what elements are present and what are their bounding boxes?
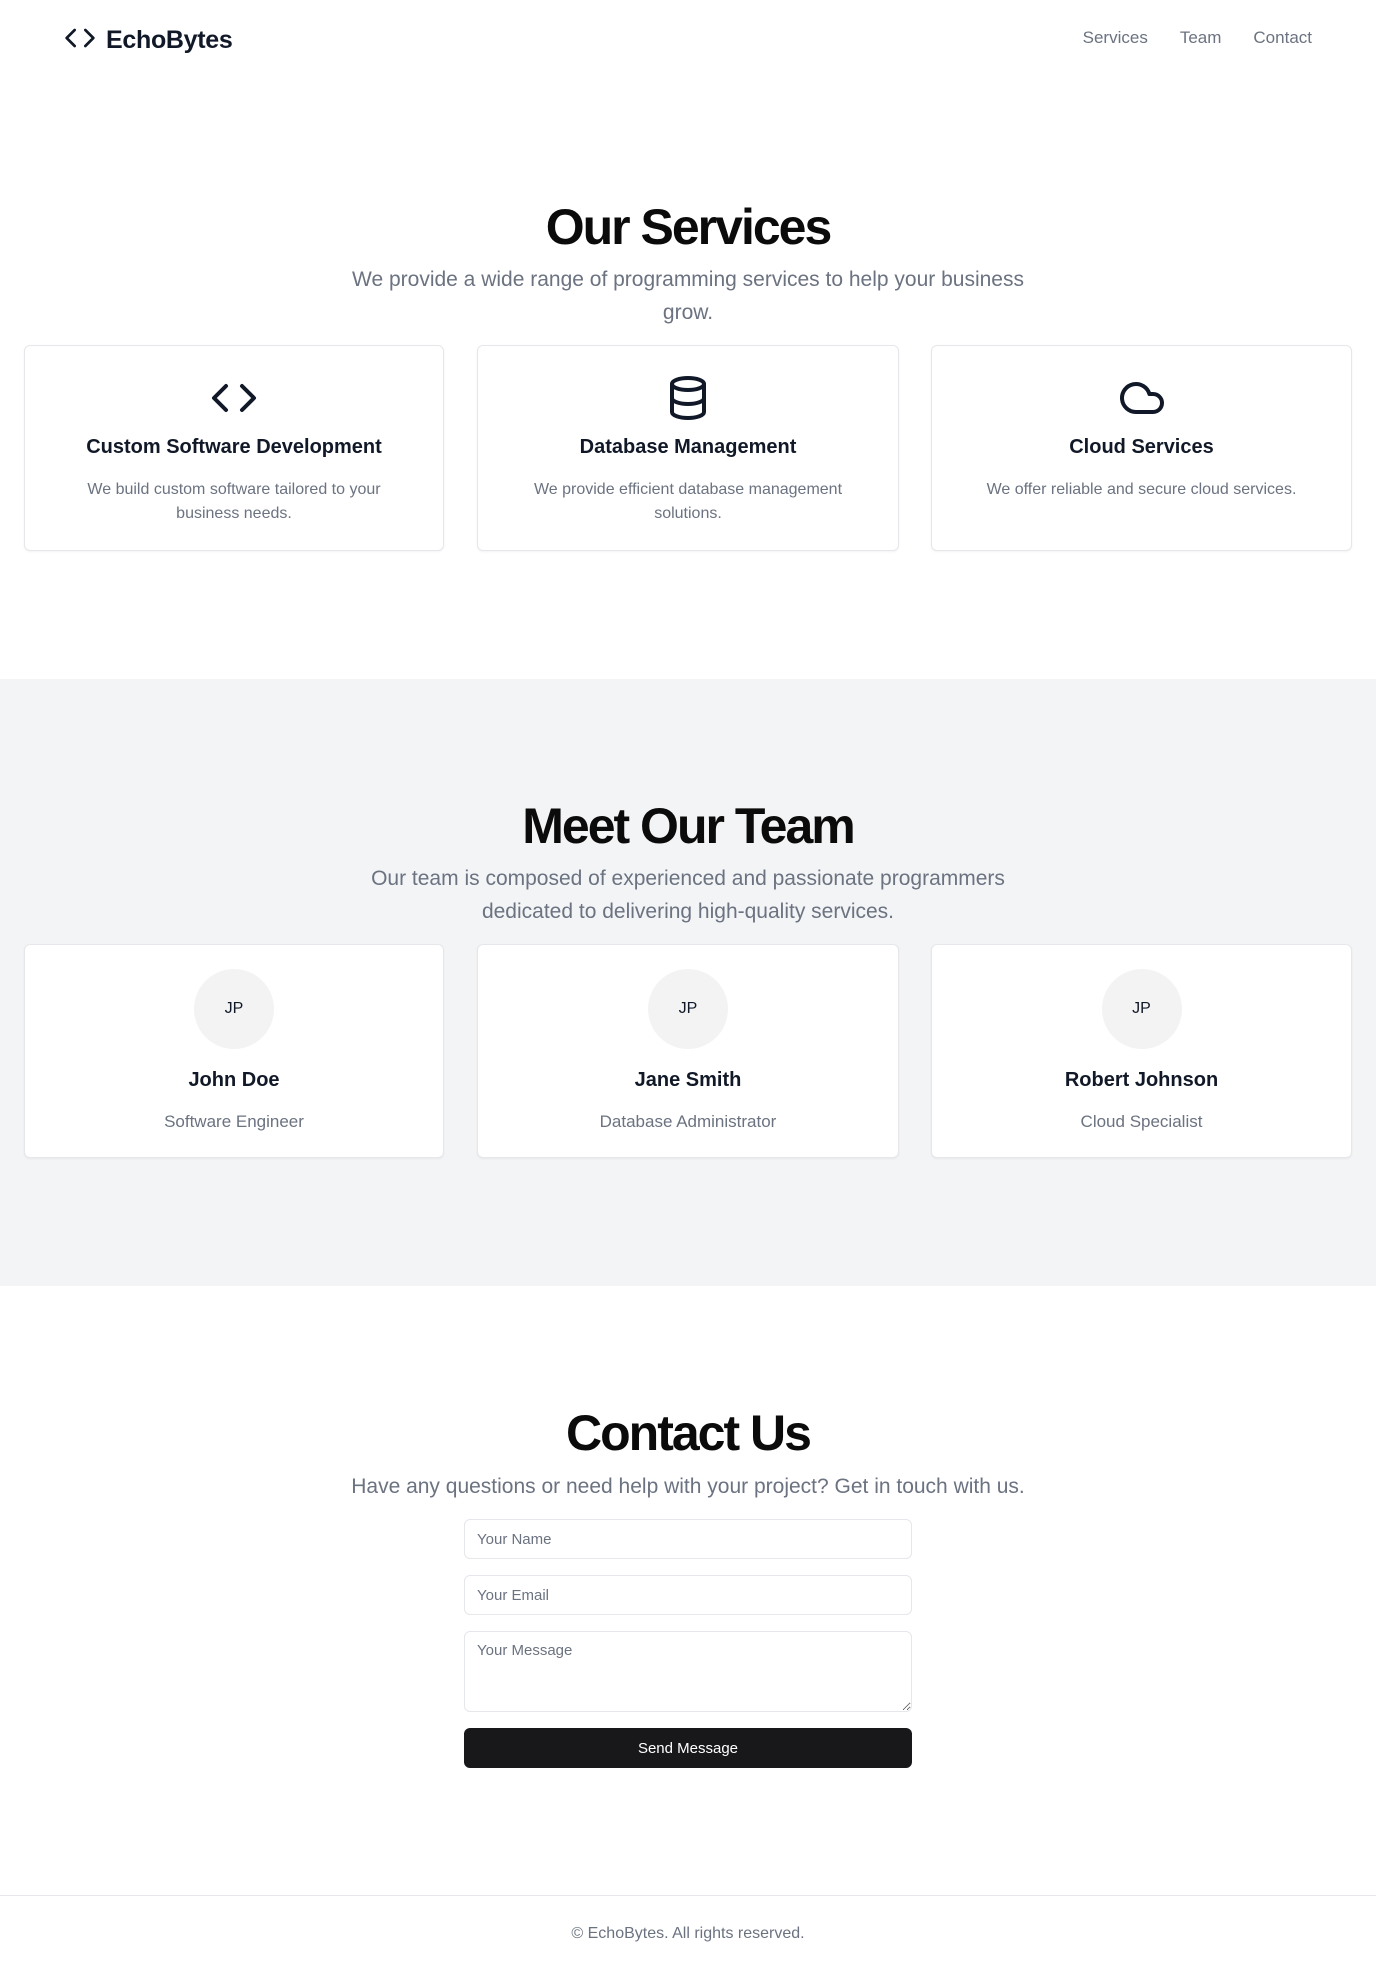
- team-card-jane: JP Jane Smith Database Administrator: [477, 944, 899, 1158]
- avatar: JP: [194, 969, 274, 1049]
- team-card-john: JP John Doe Software Engineer: [24, 944, 444, 1158]
- service-card-software: Custom Software Development We build cus…: [24, 345, 444, 551]
- code-icon: [25, 374, 443, 422]
- member-role: Database Administrator: [599, 1112, 777, 1131]
- member-name: Robert Johnson: [1064, 1069, 1219, 1091]
- services-title: Our Services: [545, 199, 833, 255]
- send-message-button[interactable]: Send Message: [464, 1728, 912, 1768]
- brand-logo[interactable]: EchoBytes: [64, 22, 233, 58]
- email-field[interactable]: [464, 1575, 912, 1615]
- team-subtitle: Our team is composed of experienced and …: [371, 867, 1005, 923]
- service-title: Cloud Services: [1069, 436, 1214, 458]
- service-description: We build custom software tailored to you…: [87, 481, 381, 522]
- name-field[interactable]: [464, 1519, 912, 1559]
- nav-link-team[interactable]: Team: [1180, 28, 1222, 48]
- team-card-robert: JP Robert Johnson Cloud Specialist: [931, 944, 1352, 1158]
- contact-subtitle: Have any questions or need help with you…: [351, 1475, 1025, 1498]
- message-field[interactable]: [464, 1631, 912, 1712]
- nav-link-contact[interactable]: Contact: [1253, 28, 1312, 48]
- member-role: Software Engineer: [164, 1112, 304, 1131]
- copyright-text: © EchoBytes. All rights reserved.: [571, 1925, 805, 1942]
- nav-link-services[interactable]: Services: [1083, 28, 1148, 48]
- services-subtitle: We provide a wide range of programming s…: [352, 268, 1024, 324]
- avatar: JP: [648, 969, 728, 1049]
- service-card-database: Database Management We provide efficient…: [477, 345, 899, 551]
- member-name: Jane Smith: [634, 1069, 742, 1091]
- member-role: Cloud Specialist: [1080, 1112, 1203, 1131]
- team-title: Meet Our Team: [522, 798, 856, 854]
- service-description: We provide efficient database management…: [533, 481, 843, 522]
- main-nav: Services Team Contact: [1083, 28, 1312, 48]
- site-footer: © EchoBytes. All rights reserved.: [0, 1895, 1376, 1975]
- service-title: Custom Software Development: [86, 436, 382, 458]
- member-name: John Doe: [188, 1069, 280, 1091]
- service-card-cloud: Cloud Services We offer reliable and sec…: [931, 345, 1352, 551]
- brand-name: EchoBytes: [106, 25, 233, 54]
- service-title: Database Management: [579, 436, 797, 458]
- site-header: EchoBytes Services Team Contact: [0, 0, 1376, 80]
- database-icon: [478, 374, 898, 422]
- code-icon: [64, 22, 96, 59]
- cloud-icon: [932, 374, 1351, 422]
- avatar: JP: [1101, 969, 1182, 1049]
- service-description: We offer reliable and secure cloud servi…: [986, 481, 1297, 498]
- contact-title: Contact Us: [566, 1405, 812, 1461]
